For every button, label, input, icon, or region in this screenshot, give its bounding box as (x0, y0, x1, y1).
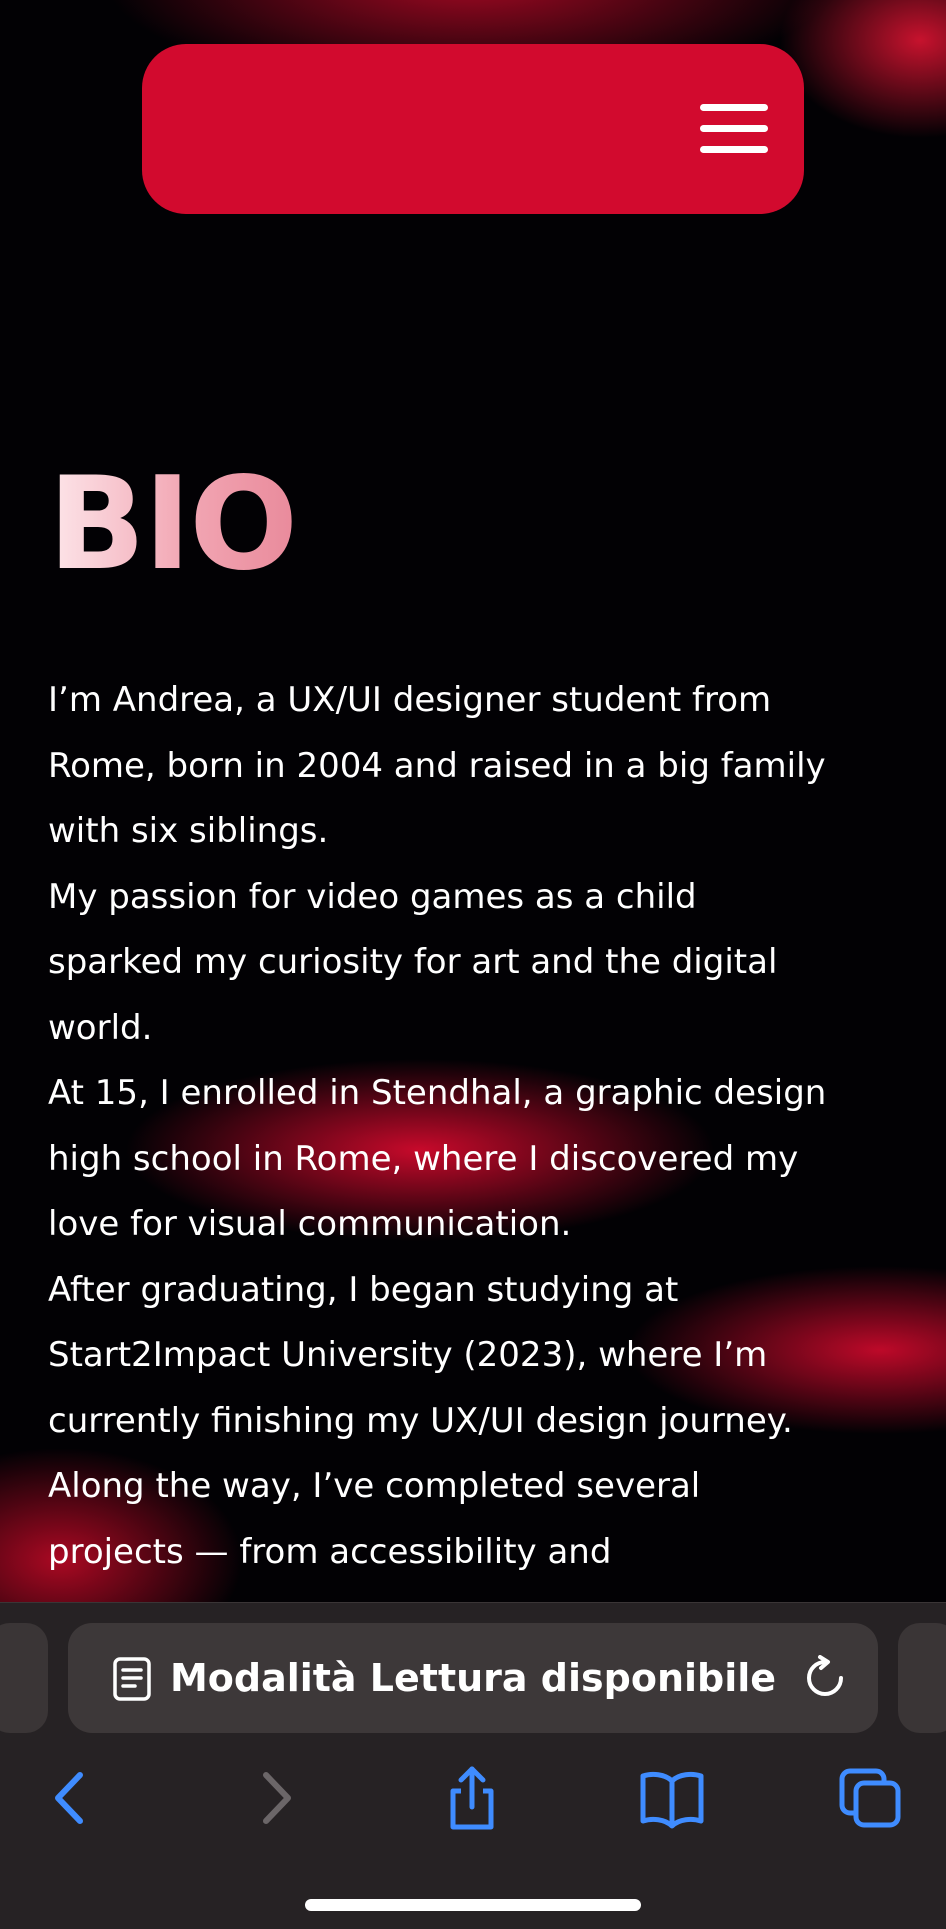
reader-mode-icon[interactable] (112, 1657, 152, 1701)
web-page: BIO I’m Andrea, a UX/UI designer student… (0, 0, 946, 1602)
forward-chevron-icon[interactable] (240, 1765, 310, 1831)
previous-tab-preview[interactable] (0, 1623, 48, 1733)
tabs-icon[interactable] (836, 1765, 906, 1831)
bio-line: At 15, I enrolled in Stendhal, a graphic… (48, 1073, 827, 1113)
bio-line: currently finishing my UX/UI design jour… (48, 1400, 793, 1441)
bio-line: After graduating, I began studying at (48, 1269, 679, 1310)
browser-chrome: Modalità Lettura disponibile (0, 1602, 946, 1929)
hamburger-menu-icon[interactable] (700, 104, 768, 154)
bio-line: sparked my curiosity for art and the dig… (48, 942, 778, 982)
browser-toolbar (0, 1753, 946, 1843)
bio-line: Along the way, I’ve completed several (48, 1466, 701, 1506)
bio-line: I’m Andrea, a UX/UI designer student fro… (48, 680, 772, 720)
bio-line: Rome, born in 2004 and raised in a big f… (48, 745, 826, 786)
reload-icon[interactable] (802, 1655, 848, 1701)
bookmarks-book-icon[interactable] (637, 1765, 707, 1831)
share-icon[interactable] (437, 1765, 507, 1831)
bio-line: love for visual communication. (48, 1204, 572, 1244)
bio-line: My passion for video games as a child (48, 876, 697, 917)
address-text: Modalità Lettura disponibile (169, 1656, 777, 1700)
header-nav-bar (142, 44, 804, 214)
bio-line: high school in Rome, where I discovered … (48, 1138, 799, 1179)
bio-paragraph: I’m Andrea, a UX/UI designer student fro… (48, 668, 908, 1585)
bio-line: projects — from accessibility and (48, 1531, 612, 1572)
back-chevron-icon[interactable] (36, 1765, 106, 1831)
bio-line: with six siblings. (48, 811, 329, 851)
next-tab-preview[interactable] (898, 1623, 946, 1733)
address-bar[interactable]: Modalità Lettura disponibile (68, 1623, 878, 1733)
page-title: BIO (48, 450, 298, 599)
bio-line: world. (48, 1007, 153, 1048)
home-indicator[interactable] (305, 1899, 641, 1911)
bio-line: Start2Impact University (2023), where I’… (48, 1335, 768, 1375)
